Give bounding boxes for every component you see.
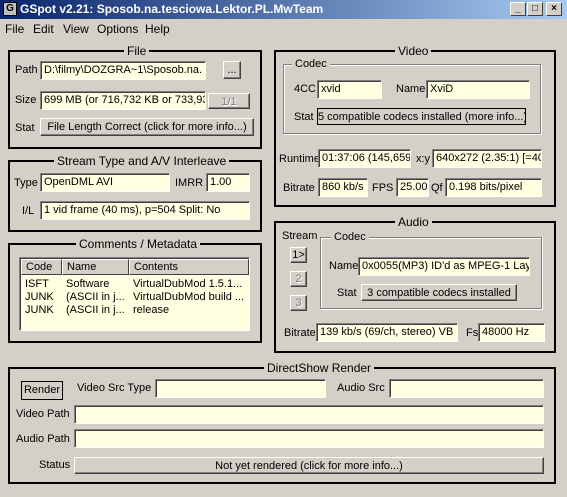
audio-stream-3-button[interactable]: 3 [290,295,307,311]
qf-label: Qf [431,182,443,194]
path-label: Path [15,64,38,76]
audio-path-field[interactable] [74,429,544,448]
row-0-code[interactable]: ISFT [21,278,62,290]
video-stat-label: Stat [294,111,314,123]
file-legend: File [124,44,150,58]
menu-options[interactable]: Options [97,22,138,36]
file-stat-button[interactable]: File Length Correct (click for more info… [40,118,254,136]
xy-label: x:y [416,153,431,165]
audio-src-label: Audio Src [337,382,385,394]
row-0-name[interactable]: Software [62,278,129,290]
menu-edit[interactable]: Edit [33,22,54,36]
stream-type-group: Stream Type and A/V Interleave Type Open… [8,154,262,232]
row-1-name[interactable]: (ASCII in j... [62,291,129,303]
comments-group: Comments / Metadata Code Name Contents I… [8,237,262,343]
audio-legend: Audio [395,215,432,229]
fs-label: Fs [466,327,479,339]
video-codecs-button[interactable]: 5 compatible codecs installed (more info… [317,108,526,125]
fourcc-field[interactable]: xvid [317,80,382,99]
page-indicator: 1/1 [208,93,250,109]
video-group: Video Codec 4CC xvid Name XviD Stat 5 co… [274,44,556,207]
row-2-name[interactable]: (ASCII in j... [62,304,129,316]
stream-type-legend: Stream Type and A/V Interleave [54,154,230,168]
metadata-list[interactable]: Code Name Contents ISFT Software Virtual… [19,257,250,331]
window-title: GSpot v2.21: Sposob.na.tesciowa.Lektor.P… [20,2,324,16]
audio-stream-2-button[interactable]: 2 [290,271,307,287]
fps-field[interactable]: 25.00 [396,178,429,197]
audio-stream-1-button[interactable]: 1> [290,247,307,263]
video-legend: Video [395,44,432,58]
menu-help[interactable]: Help [145,22,170,36]
type-label: Type [14,177,38,189]
minimize-button[interactable]: _ [510,2,526,16]
audio-src-field[interactable] [389,379,544,398]
qf-field[interactable]: 0.198 bits/pixel [445,178,542,197]
close-button[interactable]: × [546,2,562,16]
path-field[interactable]: D:\filmy\DOZGRA~1\Sposob.na. [40,61,206,80]
column-name[interactable]: Name [62,259,129,275]
video-codec-group: Codec 4CC xvid Name XviD Stat 5 compatib… [283,58,541,134]
video-src-type-field[interactable] [155,379,326,398]
maximize-button[interactable]: □ [527,2,543,16]
column-contents[interactable]: Contents [129,259,249,275]
audio-name-label: Name [329,260,359,272]
video-path-label: Video Path [16,408,70,420]
xy-field[interactable]: 640x272 (2.35:1) [=40 [432,149,542,168]
row-0-contents[interactable]: VirtualDubMod 1.5.1... [129,278,249,290]
video-path-field[interactable] [74,405,544,424]
browse-button[interactable]: ... [223,61,241,79]
video-name-label: Name [396,83,426,95]
comments-legend: Comments / Metadata [76,237,201,251]
video-src-type-label: Video Src Type [77,382,152,394]
render-button[interactable]: Render [21,381,63,400]
audio-codecs-button[interactable]: 3 compatible codecs installed [361,284,517,301]
render-status-button[interactable]: Not yet rendered (click for more info...… [74,457,544,474]
runtime-label: Runtime [279,153,320,165]
menu-bar: File Edit View Options Help [0,19,567,38]
audio-codec-group: Codec Name 0x0055(MP3) ID'd as MPEG-1 La… [320,231,542,309]
row-1-contents[interactable]: VirtualDubMod build ... [129,291,249,303]
audio-codec-legend: Codec [331,231,369,243]
stat-label: Stat [15,122,35,134]
title-bar: G GSpot v2.21: Sposob.na.tesciowa.Lektor… [0,0,567,19]
menu-view[interactable]: View [63,22,89,36]
column-code[interactable]: Code [21,259,62,275]
audio-bitrate-label: Bitrate [284,327,316,339]
imrr-field[interactable]: 1.00 [206,173,250,192]
audio-bitrate-field[interactable]: 139 kb/s (69/ch, stereo) VB [316,323,458,342]
audio-path-label: Audio Path [16,433,70,445]
directshow-group: DirectShow Render Render Video Src Type … [8,361,556,484]
audio-group: Audio Stream 1> 2 3 Codec Name 0x0055(MP… [274,215,556,353]
imrr-label: IMRR [175,177,204,189]
video-codec-legend: Codec [292,58,330,70]
directshow-legend: DirectShow Render [264,361,375,375]
video-name-field[interactable]: XviD [426,80,530,99]
status-label: Status [39,459,71,471]
il-field[interactable]: 1 vid frame (40 ms), p=504 Split: No [40,201,250,220]
row-2-code[interactable]: JUNK [21,304,62,316]
row-1-code[interactable]: JUNK [21,291,62,303]
app-icon: G [3,2,17,16]
stream-label: Stream [282,230,318,242]
video-bitrate-label: Bitrate [283,182,315,194]
fs-field[interactable]: 48000 Hz [478,323,545,342]
size-label: Size [15,94,37,106]
type-field[interactable]: OpenDML AVI [40,173,170,192]
menu-file[interactable]: File [5,22,24,36]
row-2-contents[interactable]: release [129,304,249,316]
il-label: I/L [22,205,35,217]
file-group: File Path D:\filmy\DOZGRA~1\Sposob.na. .… [8,44,262,149]
size-field[interactable]: 699 MB (or 716,732 KB or 733,93 [40,91,206,110]
audio-name-field[interactable]: 0x0055(MP3) ID'd as MPEG-1 Lay [358,257,530,276]
fourcc-label: 4CC [294,83,317,95]
audio-stat-label: Stat [337,287,357,299]
fps-label: FPS [372,182,394,194]
video-bitrate-field[interactable]: 860 kb/s [318,178,368,197]
runtime-field[interactable]: 01:37:06 (145,659 [318,149,411,168]
